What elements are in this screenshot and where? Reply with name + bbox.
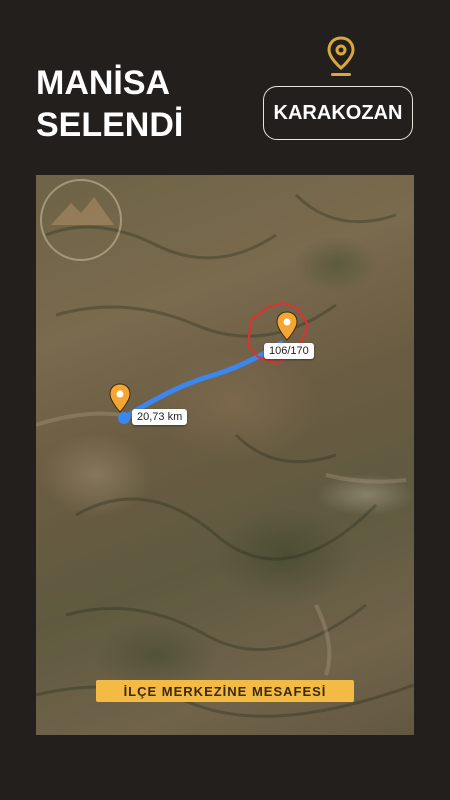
- distance-banner-text: İLÇE MERKEZİNE MESAFESİ: [123, 683, 327, 699]
- distance-label: 20,73 km: [132, 409, 188, 425]
- distance-banner: İLÇE MERKEZİNE MESAFESİ: [96, 680, 354, 702]
- parcel-label: 106/170: [264, 343, 314, 359]
- parcel-pin-icon[interactable]: [276, 311, 298, 341]
- location-pin-icon: [327, 36, 355, 76]
- district-pin-icon[interactable]: [109, 383, 131, 413]
- location-title: MANİSA SELENDİ: [36, 62, 183, 146]
- village-badge: KARAKOZAN: [263, 86, 413, 140]
- satellite-map[interactable]: 106/170 20,73 km: [36, 175, 414, 735]
- route-line: [121, 340, 284, 421]
- watermark-logo: [40, 179, 122, 261]
- route-start-dot: [118, 412, 130, 424]
- district-name: SELENDİ: [36, 106, 184, 144]
- village-name: KARAKOZAN: [273, 101, 403, 124]
- province-name: MANİSA: [36, 64, 171, 102]
